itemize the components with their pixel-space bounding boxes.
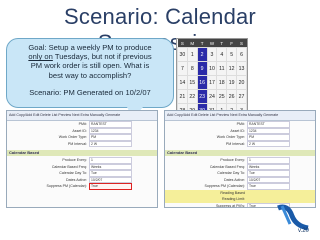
calendar-day-cell[interactable]: 22 (186, 89, 198, 104)
field-label: PM#: (78, 122, 87, 127)
field-label: PM#: (236, 122, 245, 127)
calendar-day-cell[interactable]: 19 (226, 75, 238, 90)
calendar-day-cell[interactable]: 8 (186, 61, 198, 76)
goal-line-2-rest: Tuesdays, but not if previous (52, 52, 152, 62)
field-label: Suppress PM (Calendar): (46, 184, 87, 189)
calendar-day-header: T (197, 39, 208, 48)
scenario-text: Scenario: PM Generated on 10/2/07 (29, 87, 151, 97)
form-row: PM Interval: 2 W (165, 140, 315, 147)
calendar-day-cell[interactable]: 26 (226, 89, 238, 104)
field-label: PM Interval: (67, 141, 87, 146)
calendar-day-cell[interactable]: 16 (196, 75, 208, 90)
calendar-day-cell[interactable]: 21 (177, 89, 188, 104)
toolbar-right[interactable]: Add Copy/Add Edit Delete List Preview Ne… (165, 111, 315, 121)
field-input[interactable]: 2 W (247, 140, 290, 147)
calendar-day-cell[interactable]: 18 (216, 75, 228, 90)
form-row: PM Interval: 2 W (7, 140, 157, 147)
calendar-day-header: T (216, 39, 227, 48)
pm-form-left: Add Copy/Add Edit Delete List Preview Ne… (6, 110, 158, 208)
goal-callout: Goal: Setup a weekly PM to produce only … (6, 38, 174, 119)
calendar-day-cell[interactable]: 27 (236, 89, 247, 104)
form-row: Suppress PM (Calendar): True (7, 183, 157, 190)
field-input[interactable]: True (247, 183, 290, 190)
calendar-day-cell[interactable]: 5 (226, 47, 238, 62)
goal-line-3: PM work order is still open. What is (30, 61, 150, 71)
calendar-day-cell[interactable]: 17 (206, 75, 218, 90)
calendar-day-header: S (236, 39, 247, 48)
section-header-right: Calendar Based (165, 150, 315, 156)
field-label: Work Order Type: (216, 135, 245, 140)
goal-line-1: Goal: Setup a weekly PM to produce (28, 43, 152, 52)
field-label: Reading Limit: (222, 197, 245, 202)
calendar-day-cell[interactable]: 2 (196, 47, 208, 62)
field-label: Dates Active: (224, 177, 245, 182)
goal-underline-text: only on (28, 52, 53, 62)
calendar-day-cell[interactable]: 9 (196, 61, 208, 76)
calendar-day-cell[interactable]: 7 (177, 61, 188, 76)
field-label: Calendar Based Freq: (209, 164, 245, 169)
field-label: Work Order Type: (58, 135, 87, 140)
calendar-day-cell[interactable]: 4 (216, 47, 228, 62)
calendar-day-header: S (177, 39, 188, 48)
calendar-day-cell[interactable]: 30 (177, 47, 188, 62)
field-label: Asset ID: (72, 128, 87, 133)
field-label: Suppress PM (Calendar): (204, 184, 245, 189)
calendar-day-cell[interactable]: 3 (206, 47, 218, 62)
calendar-day-cell[interactable]: 24 (206, 89, 218, 104)
field-label: Calendar Day To: (217, 171, 245, 176)
calendar-day-cell[interactable]: 12 (226, 61, 238, 76)
field-label: Produce Every: (62, 158, 87, 163)
field-label: Calendar Based Freq: (51, 164, 87, 169)
field-label: Reading Based (220, 190, 245, 195)
field-label: PM Interval: (225, 141, 245, 146)
calendar-day-cell[interactable]: 25 (216, 89, 228, 104)
calendar-day-cell[interactable]: 23 (196, 89, 208, 104)
field-label: Asset ID: (230, 128, 245, 133)
calendar-day-cell[interactable]: 14 (177, 75, 188, 90)
v20-logo-icon: v.20 (277, 204, 310, 234)
calendar-day-header: W (207, 39, 217, 48)
goal-line-2: only on Tuesdays, but not if previous (7, 52, 173, 61)
section-header-left: Calendar Based (7, 150, 157, 156)
calendar-day-header: M (187, 39, 198, 48)
calendar-day-cell[interactable]: 6 (236, 47, 247, 62)
goal-line-4: best way to accomplish? (48, 70, 132, 80)
field-label: Produce Every: (220, 158, 245, 163)
field-label: Calendar Day To: (59, 171, 87, 176)
calendar-day-cell[interactable]: 1 (186, 47, 198, 62)
toolbar-left[interactable]: Add Copy/Add Edit Delete List Preview Ne… (7, 111, 157, 121)
pm-form-right: Add Copy/Add Edit Delete List Preview Ne… (164, 110, 316, 208)
calendar-day-cell[interactable]: 10 (206, 61, 218, 76)
field-label: Suppress at PM's: (215, 203, 245, 208)
calendar-day-cell[interactable]: 11 (216, 61, 228, 76)
calendar-day-header: F (226, 39, 237, 48)
field-input[interactable]: True (89, 183, 132, 190)
field-input[interactable]: 2 W (89, 140, 132, 147)
calendar-day-cell[interactable]: 15 (186, 75, 198, 90)
calendar-day-cell[interactable]: 13 (236, 61, 247, 76)
logo-text: v.20 (298, 228, 310, 234)
field-label: Dates Active: (66, 177, 87, 182)
calendar-day-cell[interactable]: 20 (236, 75, 247, 90)
